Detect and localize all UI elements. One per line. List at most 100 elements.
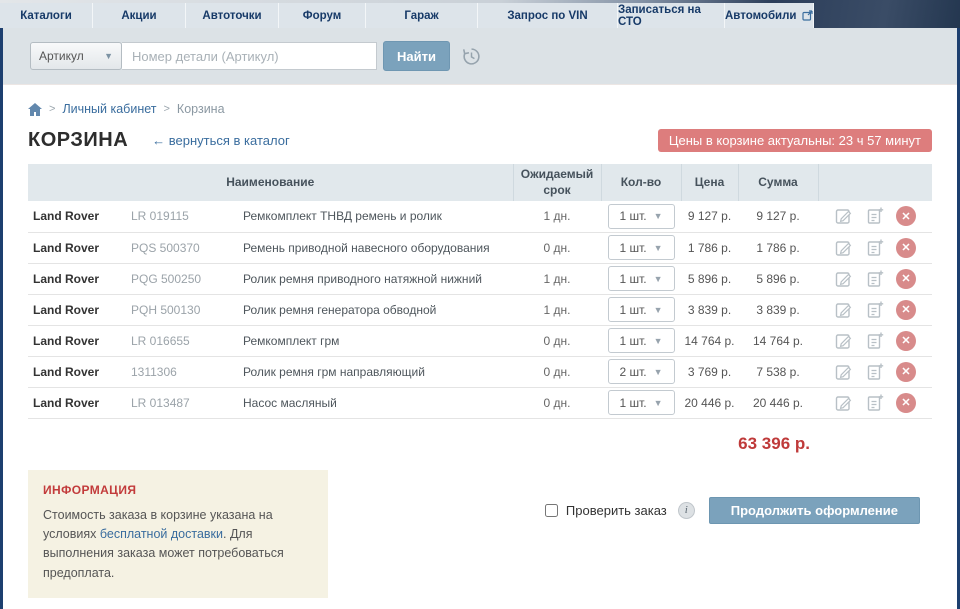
nav-tab[interactable]: Акции bbox=[93, 3, 186, 28]
add-to-list-icon[interactable] bbox=[865, 206, 885, 226]
quantity-value: 1 шт. bbox=[619, 333, 647, 348]
add-to-list-icon[interactable] bbox=[865, 269, 885, 289]
expected-term-cell: 1 дн. bbox=[513, 294, 601, 326]
edit-icon[interactable] bbox=[834, 393, 854, 413]
quantity-select[interactable]: 1 шт. ▼ bbox=[607, 328, 675, 353]
sum-cell: 14 764 р. bbox=[738, 325, 818, 357]
checkout-controls: Проверить заказ i Продолжить оформление bbox=[544, 496, 920, 524]
expected-term-cell: 0 дн. bbox=[513, 232, 601, 264]
article-cell: PQS 500370 bbox=[131, 232, 243, 264]
add-to-list-icon[interactable] bbox=[865, 300, 885, 320]
continue-checkout-button[interactable]: Продолжить оформление bbox=[708, 496, 920, 524]
nav-tab-label: Акции bbox=[121, 9, 157, 22]
page-frame: Артикул ▼ Найти > Личный кабинет > Корзи… bbox=[0, 28, 960, 609]
chevron-down-icon: ▼ bbox=[653, 273, 663, 284]
quantity-value: 1 шт. bbox=[619, 240, 647, 255]
nav-tab-label: Каталоги bbox=[20, 9, 72, 22]
quantity-select[interactable]: 2 шт. ▼ bbox=[607, 359, 675, 384]
price-cell: 3 769 р. bbox=[681, 356, 738, 388]
delete-icon[interactable]: ✕ bbox=[896, 206, 916, 227]
header-term: Ожидаемый срок bbox=[512, 164, 601, 201]
free-delivery-link[interactable]: бесплатной доставки bbox=[100, 527, 223, 541]
article-cell: PQH 500130 bbox=[131, 294, 243, 326]
add-to-list-icon[interactable] bbox=[865, 238, 885, 258]
nav-tab[interactable]: Каталоги bbox=[0, 3, 93, 28]
product-name-cell: Насос масляный bbox=[243, 387, 513, 419]
quantity-value: 1 шт. bbox=[619, 271, 647, 286]
home-icon[interactable] bbox=[28, 102, 42, 116]
quantity-value: 1 шт. bbox=[619, 209, 647, 224]
breadcrumb-current: Корзина bbox=[176, 102, 225, 116]
edit-icon[interactable] bbox=[834, 269, 854, 289]
delete-icon[interactable]: ✕ bbox=[896, 392, 916, 413]
delete-icon[interactable]: ✕ bbox=[896, 361, 916, 382]
product-name-cell: Ремкомплект грм bbox=[243, 325, 513, 357]
edit-icon[interactable] bbox=[834, 300, 854, 320]
nav-tab-label: Автомобили bbox=[725, 9, 797, 22]
main-content: > Личный кабинет > Корзина КОРЗИНА ← вер… bbox=[3, 102, 957, 598]
delete-icon[interactable]: ✕ bbox=[896, 330, 916, 351]
prices-valid-badge: Цены в корзине актуальны: 23 ч 57 минут bbox=[657, 129, 932, 152]
info-icon[interactable]: i bbox=[677, 501, 695, 519]
brand-cell: Land Rover bbox=[28, 356, 131, 388]
cart-table: Наименование Ожидаемый срок Кол-во Цена … bbox=[28, 164, 932, 419]
quantity-select[interactable]: 1 шт. ▼ bbox=[607, 390, 675, 415]
header-name: Наименование bbox=[28, 164, 513, 201]
chevron-down-icon: ▼ bbox=[653, 211, 663, 222]
add-to-list-icon[interactable] bbox=[865, 393, 885, 413]
cart-row: Land Rover LR 016655 Ремкомплект грм 0 д… bbox=[28, 325, 932, 357]
title-row: КОРЗИНА ← вернуться в каталог Цены в кор… bbox=[28, 129, 932, 152]
brand-cell: Land Rover bbox=[28, 325, 131, 357]
nav-tab[interactable]: Записаться на СТО bbox=[618, 3, 725, 28]
product-name-cell: Ролик ремня приводного натяжной нижний bbox=[243, 263, 513, 295]
search-history-icon[interactable] bbox=[461, 46, 482, 67]
edit-icon[interactable] bbox=[834, 362, 854, 382]
delete-icon[interactable]: ✕ bbox=[896, 237, 916, 258]
edit-icon[interactable] bbox=[834, 331, 854, 351]
edit-icon[interactable] bbox=[834, 206, 854, 226]
price-cell: 5 896 р. bbox=[681, 263, 738, 295]
brand-cell: Land Rover bbox=[28, 294, 131, 326]
article-cell: LR 016655 bbox=[131, 325, 243, 357]
nav-tab[interactable]: Автомобили bbox=[725, 3, 814, 28]
delete-icon[interactable]: ✕ bbox=[896, 268, 916, 289]
add-to-list-icon[interactable] bbox=[865, 331, 885, 351]
page-title: КОРЗИНА bbox=[28, 129, 129, 151]
sum-cell: 5 896 р. bbox=[738, 263, 818, 295]
search-category-select[interactable]: Артикул ▼ bbox=[30, 42, 122, 70]
search-input[interactable] bbox=[122, 42, 377, 70]
verify-order-label: Проверить заказ bbox=[565, 502, 667, 518]
nav-tab[interactable]: Автоточки bbox=[186, 3, 279, 28]
nav-tab[interactable]: Запрос по VIN bbox=[478, 3, 618, 28]
edit-icon[interactable] bbox=[834, 238, 854, 258]
brand-cell: Land Rover bbox=[28, 201, 131, 233]
expected-term-cell: 1 дн. bbox=[513, 201, 601, 233]
delete-icon[interactable]: ✕ bbox=[896, 299, 916, 320]
breadcrumb-link-account[interactable]: Личный кабинет bbox=[62, 102, 156, 116]
quantity-select[interactable]: 1 шт. ▼ bbox=[607, 235, 675, 260]
chevron-down-icon: ▼ bbox=[653, 242, 663, 253]
cart-row: Land Rover PQS 500370 Ремень приводной н… bbox=[28, 232, 932, 264]
chevron-down-icon: ▼ bbox=[104, 51, 113, 61]
search-button[interactable]: Найти bbox=[383, 41, 450, 71]
nav-tab-label: Гараж bbox=[404, 9, 439, 22]
quantity-select[interactable]: 1 шт. ▼ bbox=[607, 266, 675, 291]
quantity-select[interactable]: 1 шт. ▼ bbox=[607, 203, 675, 229]
cart-table-header: Наименование Ожидаемый срок Кол-во Цена … bbox=[28, 164, 932, 201]
price-cell: 3 839 р. bbox=[681, 294, 738, 326]
add-to-list-icon[interactable] bbox=[865, 362, 885, 382]
nav-tab[interactable]: Гараж bbox=[366, 3, 478, 28]
breadcrumb: > Личный кабинет > Корзина bbox=[28, 102, 932, 116]
brand-cell: Land Rover bbox=[28, 387, 131, 419]
back-to-catalog-link[interactable]: ← вернуться в каталог bbox=[152, 133, 290, 148]
chevron-down-icon: ▼ bbox=[653, 335, 663, 346]
header-price: Цена bbox=[680, 164, 738, 201]
article-cell: LR 019115 bbox=[131, 201, 243, 233]
quantity-select[interactable]: 1 шт. ▼ bbox=[607, 297, 675, 322]
nav-tab[interactable]: Форум bbox=[279, 3, 366, 28]
quantity-value: 1 шт. bbox=[619, 395, 647, 410]
verify-order-checkbox[interactable] bbox=[544, 503, 558, 517]
header-qty: Кол-во bbox=[600, 164, 681, 201]
header-photo-strip: Каталоги Акции Автоточки Форум Гараж Зап… bbox=[0, 0, 960, 28]
search-bar: Артикул ▼ Найти bbox=[3, 28, 957, 85]
